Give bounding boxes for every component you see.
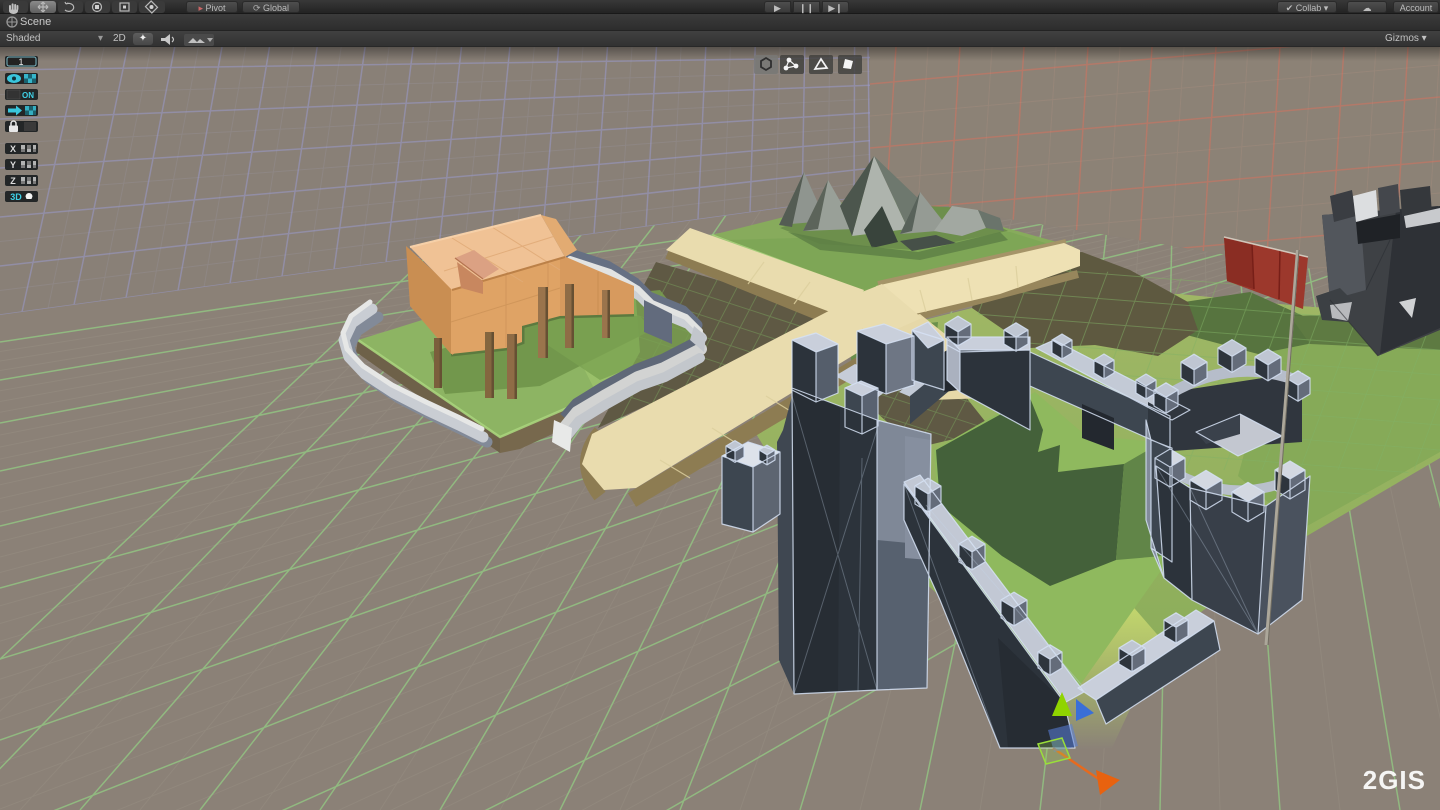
svg-text:Z: Z <box>10 176 16 186</box>
svg-text:1: 1 <box>18 57 23 67</box>
svg-text:3D: 3D <box>10 192 22 202</box>
svg-text:Y: Y <box>10 160 16 170</box>
svg-text:X: X <box>10 144 16 154</box>
svg-text:ON: ON <box>22 91 34 100</box>
